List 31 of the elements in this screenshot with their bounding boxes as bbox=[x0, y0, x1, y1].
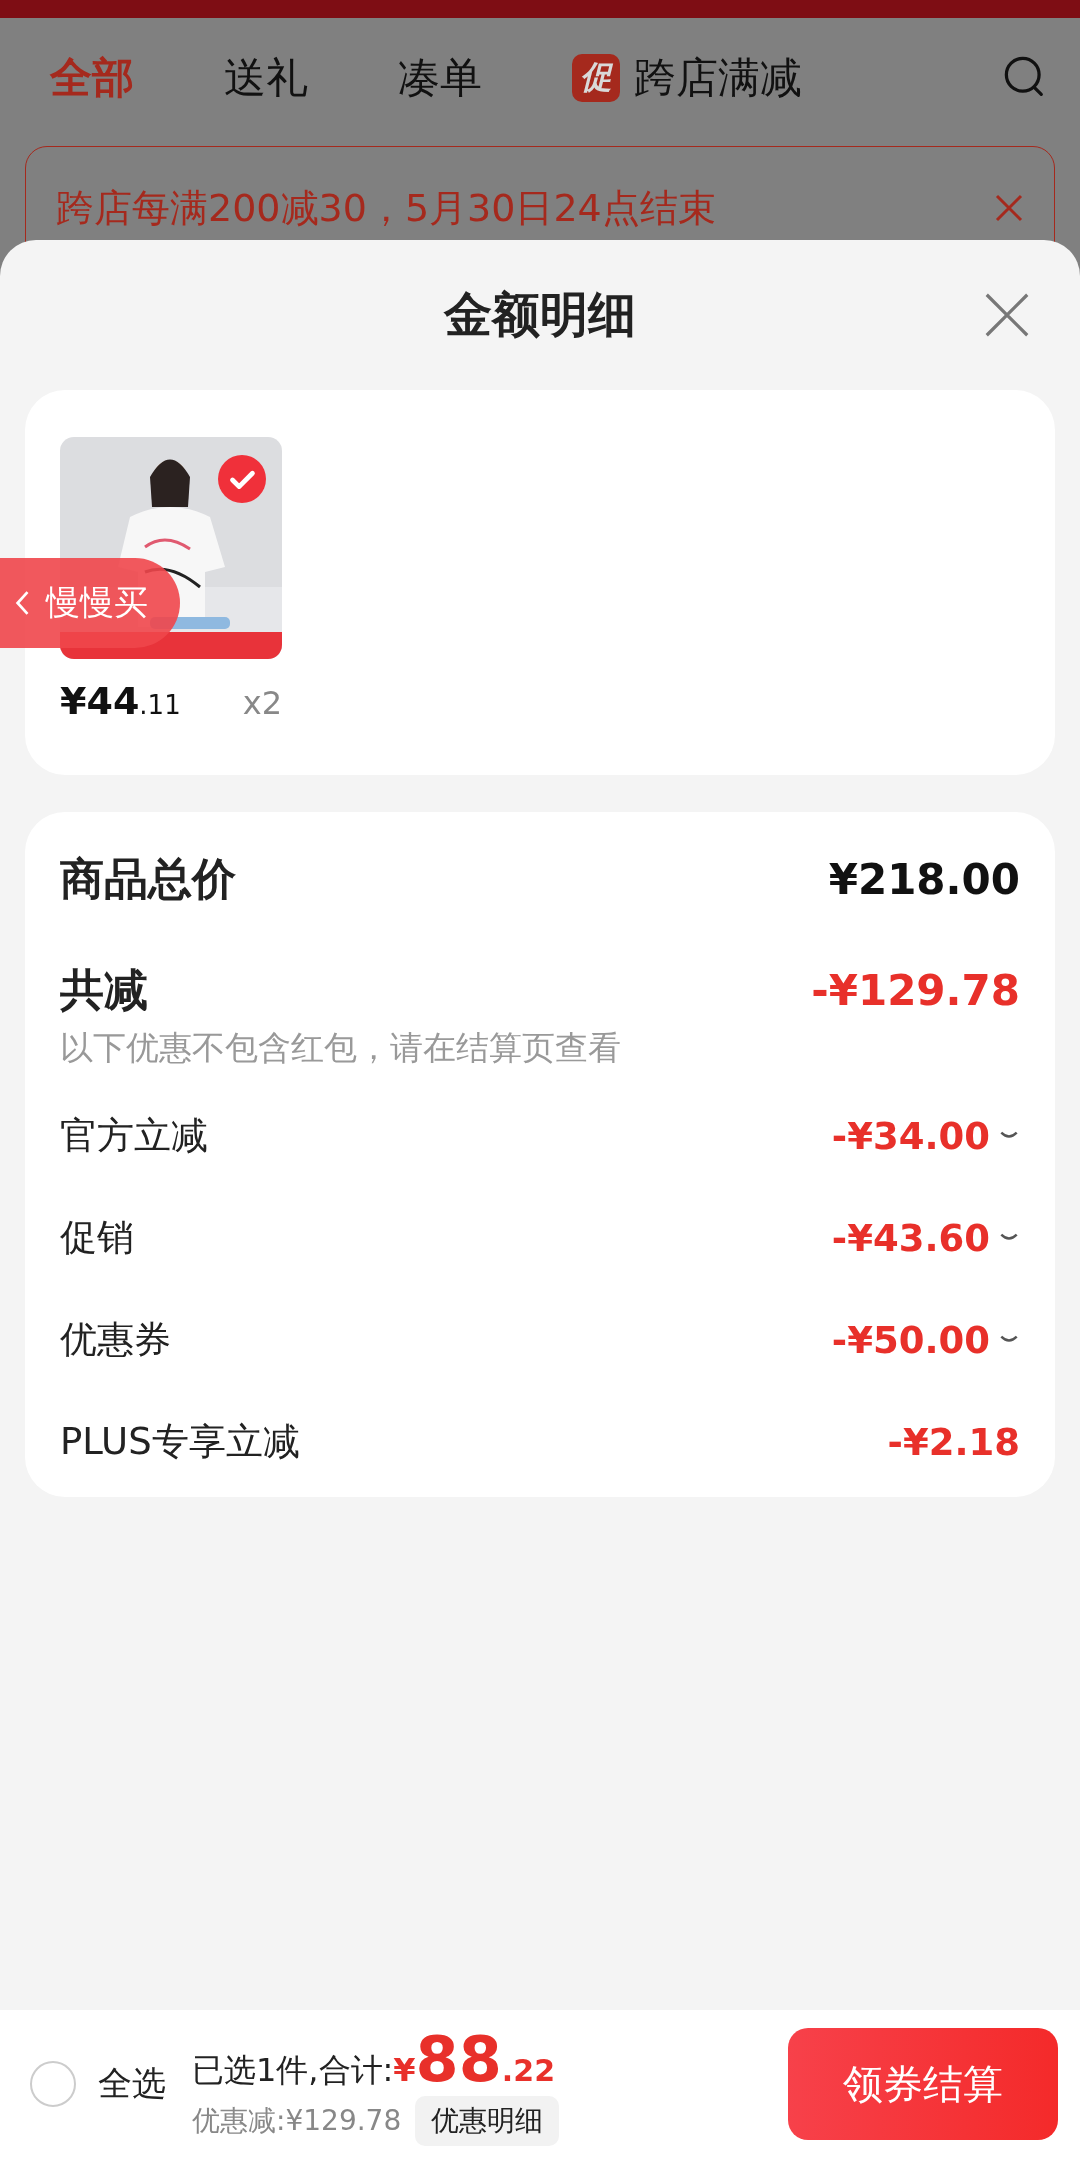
select-all-checkbox[interactable] bbox=[30, 2061, 76, 2107]
price-label: 促销 bbox=[60, 1215, 134, 1261]
price-value: ¥218.00 bbox=[828, 855, 1020, 904]
discount-detail-button[interactable]: 优惠明细 bbox=[415, 2095, 560, 2146]
select-all-label[interactable]: 全选 bbox=[98, 2061, 166, 2107]
side-tab[interactable]: 慢慢买 bbox=[0, 558, 180, 648]
checkout-button[interactable]: 领券结算 bbox=[788, 2028, 1058, 2140]
selected-summary: 已选1件,合计: bbox=[192, 2049, 394, 2091]
price-value: -¥50.00 bbox=[831, 1318, 990, 1362]
price-label: 共减 bbox=[60, 963, 148, 1017]
price-value: -¥2.18 bbox=[887, 1420, 1020, 1464]
sheet-title: 金额明细 bbox=[444, 285, 636, 344]
discount-amount: 优惠减:¥129.78 bbox=[192, 2102, 402, 2139]
category-tab[interactable]: 凑单 bbox=[398, 50, 482, 106]
price-value: -¥34.00 bbox=[831, 1114, 990, 1158]
product-price: ¥44.11 bbox=[60, 679, 181, 723]
price-label: 商品总价 bbox=[60, 852, 236, 906]
category-tab[interactable]: 送礼 bbox=[224, 50, 308, 106]
price-label: 官方立减 bbox=[60, 1113, 208, 1159]
close-icon[interactable] bbox=[984, 292, 1030, 338]
promo-badge: 促 bbox=[572, 54, 620, 102]
price-value: -¥129.78 bbox=[811, 966, 1020, 1015]
total-price: ¥88.22 bbox=[393, 2022, 555, 2096]
side-tab-label[interactable]: 慢慢买 bbox=[46, 580, 148, 626]
price-label: PLUS专享立减 bbox=[60, 1419, 300, 1465]
price-label: 优惠券 bbox=[60, 1317, 171, 1363]
price-value: -¥43.60 bbox=[831, 1216, 990, 1260]
quantity: x2 bbox=[242, 684, 282, 722]
promo-text: 跨店每满200减30，5月30日24点结束 bbox=[56, 185, 716, 232]
discount-note: 以下优惠不包含红包，请在结算页查看 bbox=[60, 1027, 622, 1069]
category-tab[interactable]: 跨店满减 bbox=[634, 50, 802, 106]
